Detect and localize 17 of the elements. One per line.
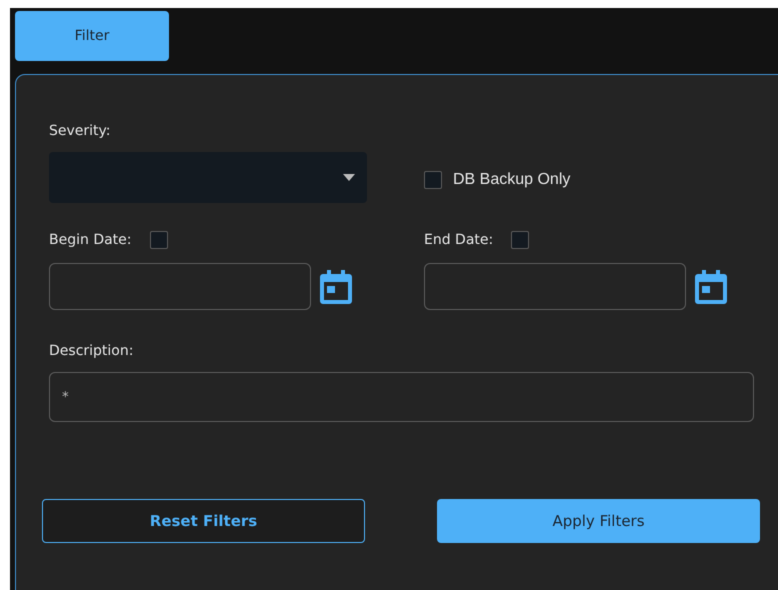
calendar-icon[interactable] [695, 270, 727, 304]
checkbox-label: DB Backup Only [453, 171, 570, 189]
checkbox[interactable] [150, 231, 168, 249]
reset-button[interactable]: Reset Filters [42, 499, 365, 543]
field-label: End Date: [424, 232, 494, 248]
calendar-icon[interactable] [320, 270, 352, 304]
date-field[interactable] [424, 263, 686, 310]
caret-icon [343, 174, 355, 181]
apply-button[interactable]: Apply Filters [437, 499, 760, 543]
field-label: Severity: [49, 123, 112, 139]
description-field[interactable]: * [49, 372, 754, 422]
field-label: Description: [49, 343, 134, 359]
checkbox[interactable] [424, 171, 442, 189]
checkbox[interactable] [511, 231, 530, 249]
date-field[interactable] [49, 263, 311, 310]
field-label: Begin Date: [49, 232, 132, 248]
tab[interactable]: Filter [15, 11, 169, 61]
